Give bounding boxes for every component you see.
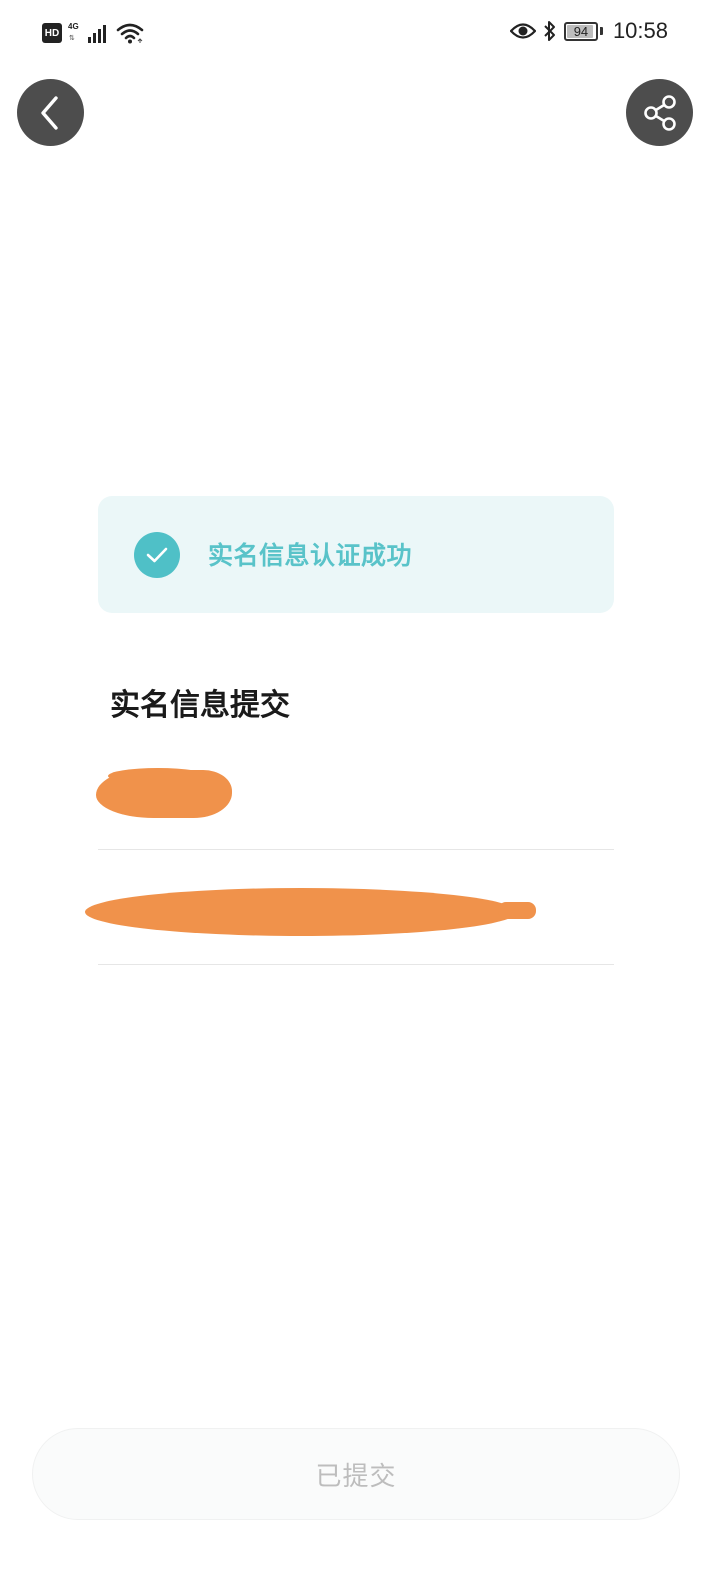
success-message: 实名信息认证成功 bbox=[208, 541, 413, 570]
chevron-left-icon bbox=[40, 95, 58, 130]
id-number-field-row bbox=[85, 850, 614, 965]
share-icon bbox=[643, 94, 676, 131]
redacted-id-number bbox=[85, 888, 517, 936]
status-bar-right: 94 10:58 bbox=[509, 18, 668, 44]
hd-badge: HD bbox=[42, 23, 62, 43]
battery-level-text: 94 bbox=[573, 23, 589, 39]
bluetooth-icon bbox=[544, 21, 555, 41]
status-time: 10:58 bbox=[612, 18, 668, 43]
battery-tip bbox=[599, 27, 603, 35]
redacted-name bbox=[96, 770, 232, 818]
verification-success-banner: 实名信息认证成功 bbox=[98, 496, 614, 613]
back-button[interactable] bbox=[17, 79, 84, 146]
submitted-button[interactable]: 已提交 bbox=[32, 1428, 680, 1520]
check-circle-icon bbox=[134, 532, 180, 578]
network-type-icon: 4G ⇅ bbox=[68, 22, 79, 42]
name-field-row bbox=[96, 740, 614, 850]
status-bar-left: HD 4G ⇅ bbox=[42, 22, 144, 44]
status-bar: HD 4G ⇅ 94 10:58 bbox=[0, 0, 720, 70]
network-type-label: 4G bbox=[68, 22, 79, 31]
submitted-button-label: 已提交 bbox=[315, 1461, 397, 1492]
eye-icon bbox=[509, 23, 536, 39]
check-icon bbox=[146, 547, 168, 563]
share-button[interactable] bbox=[626, 79, 693, 146]
wifi-icon bbox=[116, 23, 144, 44]
signal-icon bbox=[88, 25, 106, 43]
redaction-mark bbox=[498, 902, 536, 919]
section-title: 实名信息提交 bbox=[110, 688, 290, 723]
battery-icon: 94 bbox=[563, 21, 598, 41]
